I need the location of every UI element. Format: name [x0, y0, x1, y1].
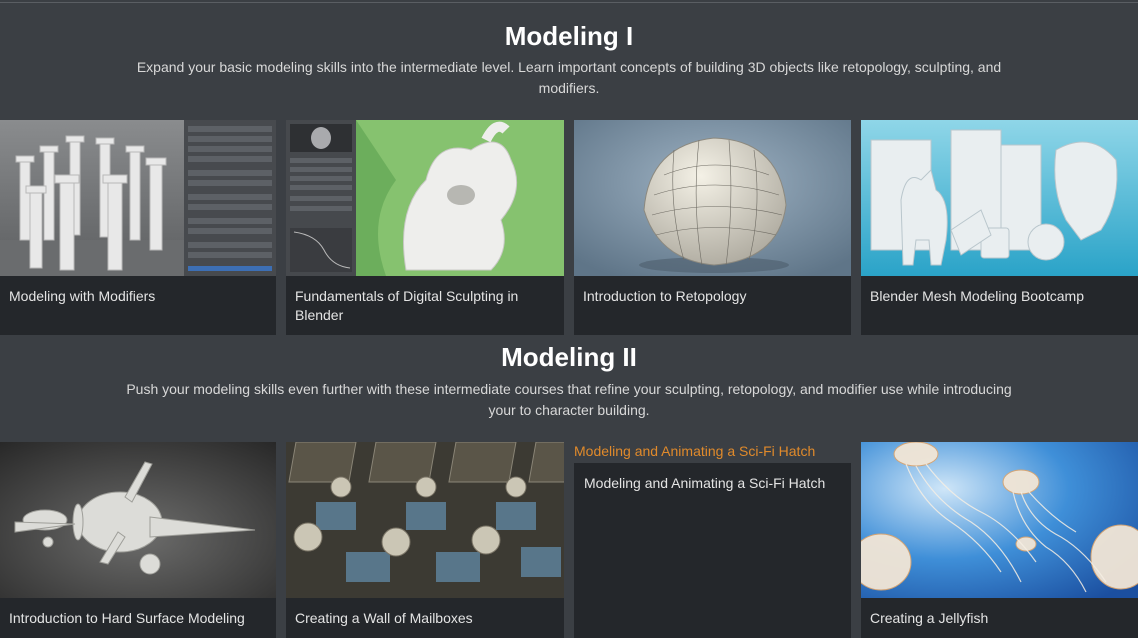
- course-title[interactable]: Introduction to Hard Surface Modeling: [9, 609, 268, 628]
- course-thumbnail-mailboxes[interactable]: [286, 442, 564, 598]
- course-card-retopology[interactable]: Introduction to Retopology: [574, 120, 851, 335]
- course-thumbnail-jellyfish[interactable]: [861, 442, 1138, 598]
- course-card-hard-surface[interactable]: Introduction to Hard Surface Modeling: [0, 442, 276, 638]
- course-thumbnail-mesh-objects[interactable]: [861, 120, 1138, 276]
- course-card-modeling-with-modifiers[interactable]: Modeling with Modifiers: [0, 120, 276, 335]
- course-thumbnail-airplane[interactable]: [0, 442, 276, 598]
- section-description-modeling-2: Push your modeling skills even further w…: [126, 381, 1012, 418]
- top-divider: [0, 2, 1138, 3]
- course-title[interactable]: Modeling with Modifiers: [9, 287, 268, 306]
- course-card-mesh-modeling-bootcamp[interactable]: Blender Mesh Modeling Bootcamp: [861, 120, 1138, 335]
- course-card-sci-fi-hatch[interactable]: Modeling and Animating a Sci-Fi Hatch: [574, 463, 851, 638]
- course-title[interactable]: Creating a Jellyfish: [870, 609, 1130, 628]
- course-title[interactable]: Fundamentals of Digital Sculpting in Ble…: [295, 287, 556, 325]
- section-title-modeling-1: Modeling I: [504, 21, 634, 51]
- section-description-modeling-1: Expand your basic modeling skills into t…: [136, 59, 1002, 96]
- course-thumbnail-columns[interactable]: [0, 120, 276, 276]
- course-link-sci-fi-hatch[interactable]: Modeling and Animating a Sci-Fi Hatch: [574, 442, 815, 461]
- course-card-digital-sculpting[interactable]: Fundamentals of Digital Sculpting in Ble…: [286, 120, 564, 335]
- course-card-wall-of-mailboxes[interactable]: Creating a Wall of Mailboxes: [286, 442, 564, 638]
- course-title[interactable]: Blender Mesh Modeling Bootcamp: [870, 287, 1130, 306]
- section-title-modeling-2: Modeling II: [501, 342, 637, 372]
- course-title[interactable]: Modeling and Animating a Sci-Fi Hatch: [584, 474, 843, 493]
- course-thumbnail-retopo-sphere[interactable]: [574, 120, 851, 276]
- course-thumbnail-sculpt-monster[interactable]: [286, 120, 564, 276]
- course-title[interactable]: Introduction to Retopology: [583, 287, 843, 306]
- course-card-jellyfish[interactable]: Creating a Jellyfish: [861, 442, 1138, 638]
- course-title[interactable]: Creating a Wall of Mailboxes: [295, 609, 556, 628]
